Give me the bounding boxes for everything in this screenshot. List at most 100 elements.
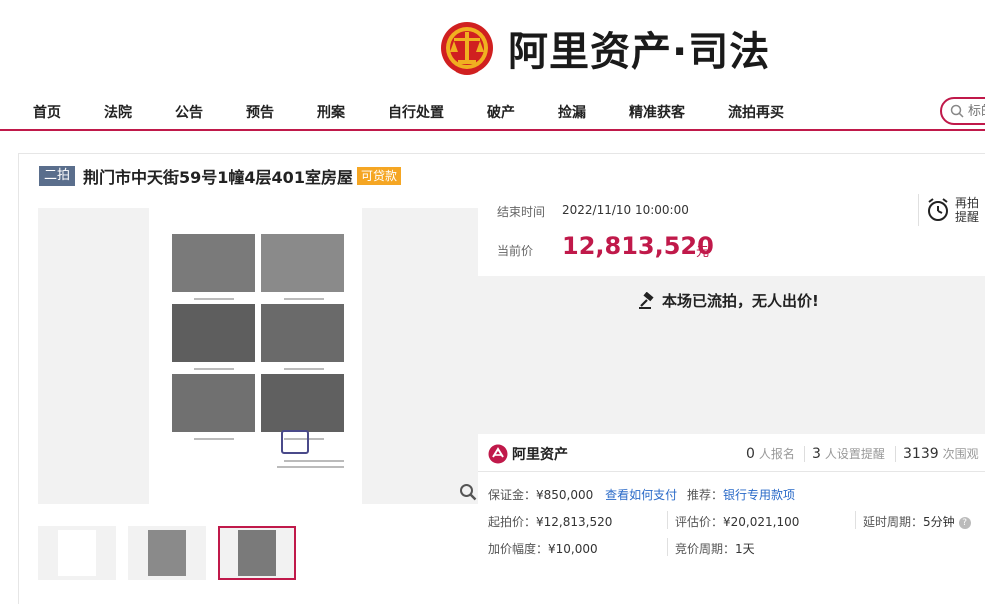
photos-thumb-1[interactable] [128,526,206,580]
reminders-stat: 3 人设置提醒 [812,445,885,462]
nav-item-self-disposal[interactable]: 自行处置 [388,102,444,122]
photo-caption [284,368,324,370]
divider [667,511,668,529]
current-price: 12,813,520 [562,232,714,260]
loan-badge: 可贷款 [356,167,401,185]
court-emblem-icon [441,22,493,75]
views-label: 次围观 [942,447,979,461]
how-to-pay-link[interactable]: 查看如何支付 [605,488,677,502]
nav-item-criminal[interactable]: 刑案 [317,102,345,122]
appraisal-value: ¥20,021,100 [723,515,800,529]
remind-label: 再拍 提醒 [955,196,979,224]
price-unit: 元 [696,245,710,260]
delay-label: 延时周期： [863,515,924,529]
photo-caption [194,298,234,300]
auction-status: 本场已流拍，无人出价! [638,290,819,311]
footer-note [284,460,344,462]
re-auction-remind-button[interactable]: 再拍 提醒 [918,194,979,226]
start-price-label: 起拍价： [488,515,537,529]
price-label: 当前价 [497,244,534,258]
appraisal-label: 评估价： [675,515,724,529]
round-badge: 二拍 [39,166,76,186]
increment-label: 加价幅度： [488,542,549,556]
search-icon [950,104,964,118]
photos-thumb-2[interactable] [218,526,296,580]
footer-note [277,466,344,468]
photo-caption [194,438,234,440]
end-time-label: 结束时间 [497,205,546,219]
views-count: 3139 [903,446,939,462]
nav-item-bankruptcy[interactable]: 破产 [487,102,515,122]
auction-status-box: 本场已流拍，无人出价! [478,276,985,434]
nav-item-notice[interactable]: 公告 [175,102,203,122]
increment-value: ¥10,000 [548,542,598,556]
cycle-row: 竞价周期：1天 [675,540,755,557]
photo-interior [172,234,255,292]
signups-label: 人报名 [758,447,795,461]
ali-assets-logo-icon [488,444,508,464]
recommend-label: 推荐： [686,488,723,502]
site-header: 阿里资产·司法 [0,0,985,95]
listing-card: 二拍 荆门市中天街59号1幢4层401室房屋 可贷款 结束时间 2022/11/… [18,153,985,604]
seal-stamp [281,430,309,454]
delay-value: 5分钟 [923,515,955,529]
zoom-button[interactable] [458,482,478,502]
ali-assets-brand: 阿里资产 [512,447,568,463]
main-image-viewer[interactable] [38,208,478,504]
ali-assets-logo: 阿里资产 [488,444,568,464]
deposit-label: 保证金： [488,488,537,502]
cycle-value: 1天 [735,542,755,556]
end-time-value: 2022/11/10 10:00:00 [562,203,689,217]
magnify-icon [460,484,477,501]
bank-payment-link[interactable]: 银行专用款项 [723,488,795,502]
increment-row: 加价幅度：¥10,000 [488,540,598,557]
divider [918,194,919,226]
deposit-value: ¥850,000 [536,488,594,502]
nav-item-rebuy[interactable]: 流拍再买 [728,102,784,122]
nav-item-court[interactable]: 法院 [104,102,132,122]
signups-stat: 0 人报名 [746,445,795,462]
site-logo[interactable]: 阿里资产·司法 [440,18,770,78]
nav-item-precise-leads[interactable]: 精准获客 [629,102,685,122]
photo-street-1 [172,374,255,432]
thumb-page [148,530,186,576]
remind-line-2: 提醒 [955,210,980,224]
thumb-page [238,530,276,576]
photo-street-2 [261,374,344,432]
photo-caption [284,298,324,300]
photo-caption [194,368,234,370]
divider [895,446,896,462]
search-box[interactable] [940,97,985,125]
nav-item-bargain[interactable]: 捡漏 [558,102,586,122]
brand-name: 阿里资产·司法 [508,29,771,75]
reminders-label: 人设置提醒 [824,447,885,461]
photo-building-2 [261,304,344,362]
stats-row: 阿里资产 0 人报名 3 人设置提醒 3139 次围观 [478,434,985,472]
main-nav: 首页 法院 公告 预告 刑案 自行处置 破产 捡漏 精准获客 流拍再买 [0,95,985,131]
divider [804,446,805,462]
photo-hall [261,234,344,292]
help-icon[interactable]: ? [958,516,971,529]
start-price-row: 起拍价：¥12,813,520 [488,513,612,530]
thumbnail-strip [38,526,308,580]
delay-row: 延时周期：5分钟? [863,513,971,530]
listing-title: 荆门市中天街59号1幢4层401室房屋 [83,168,353,187]
divider [667,538,668,556]
property-photo-sheet [149,208,362,504]
thumb-page [58,530,96,576]
remind-line-1: 再拍 [955,196,980,210]
document-thumb[interactable] [38,526,116,580]
photo-building-1 [172,304,255,362]
views-stat: 3139 次围观 [903,445,979,462]
divider [855,511,856,529]
alarm-clock-icon [928,198,948,221]
start-price-value: ¥12,813,520 [536,515,613,529]
reminders-count: 3 [812,446,821,462]
appraisal-row: 评估价：¥20,021,100 [675,513,799,530]
gavel-icon [639,291,654,309]
search-input[interactable] [968,103,985,119]
cycle-label: 竞价周期： [675,542,736,556]
nav-item-preview[interactable]: 预告 [246,102,274,122]
deposit-row: 保证金：¥850,000 查看如何支付 推荐：银行专用款项 [488,486,795,503]
nav-item-home[interactable]: 首页 [33,102,61,122]
